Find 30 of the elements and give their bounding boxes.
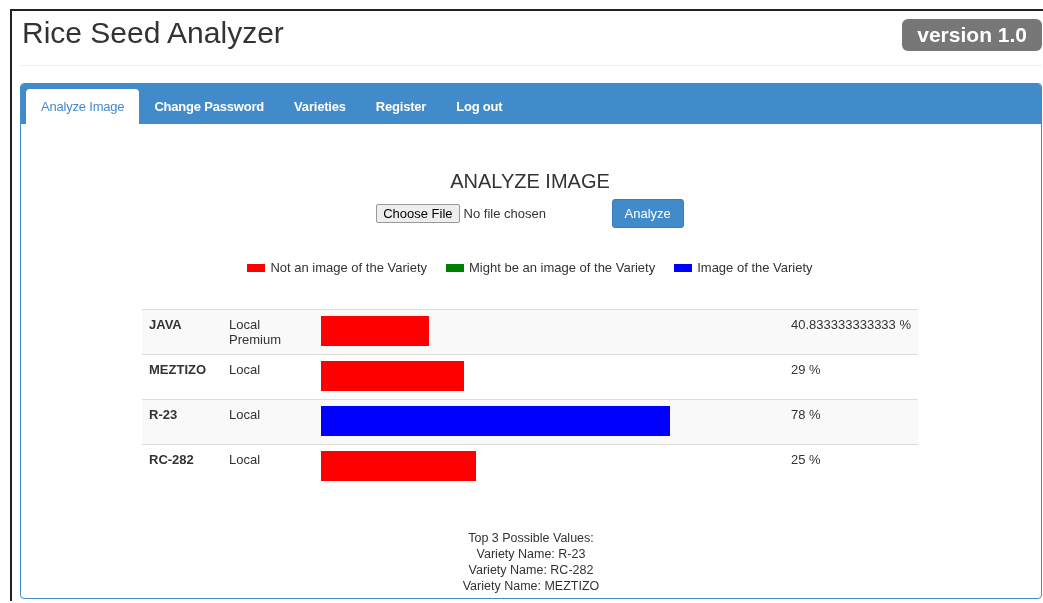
summary-line: Variety Name: MEZTIZO — [461, 577, 601, 594]
summary-line: Variety Name: R-23 — [475, 545, 587, 562]
variety-name: MEZTIZO — [149, 362, 207, 377]
summary-line: Variety Name: RC-282 — [467, 561, 595, 578]
version-badge: version 1.0 — [902, 19, 1042, 51]
nav-tab[interactable]: Change Password — [139, 89, 280, 124]
legend-label: Not an image of the Variety — [270, 260, 427, 275]
summary-line: Top 3 Possible Values: — [467, 529, 595, 546]
nav-tab[interactable]: Log out — [441, 89, 518, 124]
choose-file-button[interactable]: Choose File — [376, 204, 460, 223]
legend-label: Image of the Variety — [697, 260, 813, 275]
variety-type: Local — [229, 452, 261, 467]
variety-type: Local — [229, 362, 261, 377]
app-title: Rice Seed Analyzer — [21, 15, 284, 51]
variety-name: RC-282 — [149, 452, 194, 467]
percent-value: 29 % — [791, 362, 821, 377]
file-status: No file chosen — [463, 206, 547, 221]
percent-value: 78 % — [791, 407, 821, 422]
variety-type: Local — [229, 407, 261, 422]
legend-label: Might be an image of the Variety — [469, 260, 656, 275]
section-heading: ANALYZE IMAGE — [449, 170, 611, 193]
nav-tab[interactable]: Analyze Image — [26, 89, 140, 124]
variety-type: Local Premium — [229, 317, 281, 347]
nav-tab[interactable]: Varieties — [279, 89, 361, 124]
variety-name: R-23 — [149, 407, 178, 422]
percent-value: 40.833333333333 % — [791, 317, 911, 332]
analyze-button[interactable]: Analyze — [611, 199, 684, 228]
percent-value: 25 % — [791, 452, 821, 467]
variety-name: JAVA — [149, 317, 182, 332]
nav-tab[interactable]: Register — [360, 89, 442, 124]
